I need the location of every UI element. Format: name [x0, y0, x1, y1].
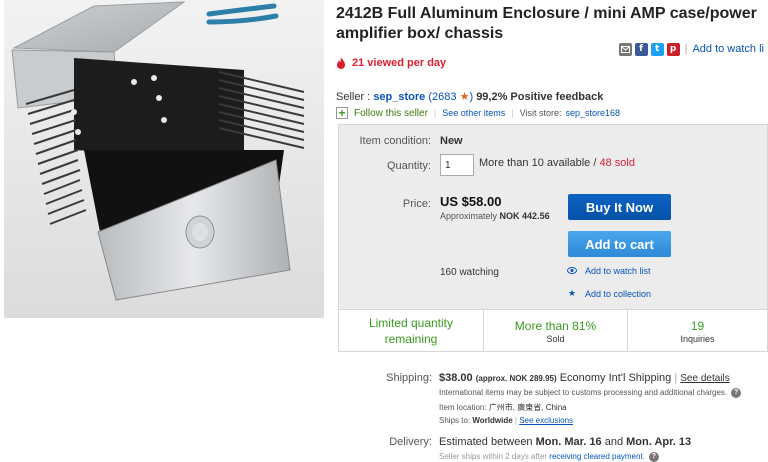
sold-count: 48 sold	[599, 157, 635, 169]
buy-it-now-button[interactable]: Buy It Now	[568, 194, 671, 220]
add-to-watch-list[interactable]: Add to watch list	[567, 266, 651, 276]
viewed-text: 21 viewed per day	[352, 57, 447, 69]
delivery-and: and	[604, 436, 624, 448]
envelope-icon[interactable]	[618, 42, 632, 56]
location-value: 广州市, 廣東省, China	[488, 403, 567, 412]
eye-icon	[567, 266, 577, 276]
pinterest-icon[interactable]: p	[666, 42, 680, 56]
inquiries-count: 19	[690, 318, 705, 333]
sold-percent: More than 81%	[514, 318, 597, 333]
help-icon[interactable]: ?	[648, 452, 659, 462]
condition-label: Item condition:	[359, 135, 431, 147]
divider: |	[511, 108, 514, 118]
seller-prefix: Seller :	[336, 91, 371, 103]
handling-suffix: .	[642, 452, 645, 462]
twitter-icon[interactable]: t	[650, 42, 664, 56]
limited-line1: Limited quantity	[368, 315, 454, 330]
shipping-service: Economy Int'l Shipping	[559, 372, 672, 384]
limited-line2: remaining	[384, 331, 438, 346]
star-icon: ★	[567, 288, 577, 298]
add-to-cart-button[interactable]: Add to cart	[568, 231, 671, 257]
shipping-cost: $38.00 (approx. NOK 289.95) Economy Int'…	[439, 372, 730, 384]
item-location: Item location: 广州市, 廣東省, China	[439, 402, 567, 413]
share-bar: f t p | Add to watch li	[618, 40, 764, 58]
ships-to: Ships to: Worldwide | See exclusions	[439, 416, 574, 425]
watching-count: 160 watching	[440, 267, 499, 278]
add-to-collection-label[interactable]: Add to collection	[585, 289, 651, 299]
available-text: More than 10 available /	[479, 157, 597, 169]
inquiries-stat: 19 Inquiries	[628, 310, 767, 351]
seller-info: Seller : sep_store (2683 ★) 99,2% Positi…	[336, 91, 604, 103]
see-details-link[interactable]: See details	[680, 373, 729, 384]
seller-links: + Follow this seller | See other items |…	[336, 107, 620, 119]
add-to-collection[interactable]: ★ Add to collection	[567, 288, 651, 299]
purchase-panel: Item condition: New Quantity: More than …	[338, 124, 768, 352]
price-label: Price:	[402, 198, 431, 210]
handling-note: Seller ships within 2 days after receivi…	[439, 452, 659, 462]
sold-percent-stat: More than 81% Sold	[484, 310, 628, 351]
location-label: Item location:	[439, 403, 487, 412]
quantity-input[interactable]	[440, 154, 474, 176]
follow-seller-link[interactable]: Follow this seller	[354, 108, 428, 119]
sold-label: Sold	[546, 333, 565, 344]
delivery-estimate: Estimated between Mon. Mar. 16 and Mon. …	[439, 436, 691, 448]
product-image[interactable]	[4, 0, 324, 318]
visit-store-label: Visit store:	[519, 108, 562, 118]
divider: |	[433, 108, 437, 118]
ships-to-label: Ships to:	[439, 416, 471, 425]
store-link[interactable]: sep_store168	[566, 108, 621, 118]
see-exclusions-link[interactable]: See exclusions	[519, 416, 573, 425]
help-icon[interactable]: ?	[731, 388, 742, 398]
flame-icon	[337, 57, 345, 69]
star-icon: ★	[459, 91, 470, 103]
seller-name-link[interactable]: sep_store	[373, 91, 425, 103]
cleared-payment-link[interactable]: receiving cleared payment	[549, 452, 642, 461]
availability: More than 10 available / 48 sold	[479, 157, 635, 169]
add-to-watch-list-label[interactable]: Add to watch list	[585, 266, 651, 276]
customs-note: International items may be subject to cu…	[439, 388, 742, 398]
listing-title: 2412B Full Aluminum Enclosure / mini AMP…	[336, 5, 757, 42]
facebook-icon[interactable]: f	[634, 42, 648, 56]
shipping-price: $38.00	[439, 372, 473, 384]
shipping-label: Shipping:	[386, 372, 432, 384]
delivery-start: Mon. Mar. 16	[535, 436, 602, 448]
share-divider: |	[684, 43, 688, 55]
handling-prefix: Seller ships within 2 days after	[439, 452, 548, 462]
inquiries-label: Inquiries	[680, 333, 715, 344]
price-approx: Approximately NOK 442.56	[440, 211, 550, 221]
price: US $58.00	[440, 194, 502, 209]
shipping-approx: (approx. NOK 289.95)	[475, 374, 557, 383]
delivery-prefix: Estimated between	[439, 436, 533, 448]
limited-quantity-stat: Limited quantity remaining	[339, 310, 484, 351]
viewed-per-day: 21 viewed per day	[336, 57, 446, 69]
ships-to-value: Worldwide	[472, 416, 513, 425]
delivery-label: Delivery:	[389, 436, 432, 448]
seller-feedback: 99,2% Positive feedback	[476, 91, 604, 103]
approx-prefix: Approximately	[440, 211, 498, 221]
seller-score[interactable]: 2683	[432, 91, 456, 103]
see-other-items-link[interactable]: See other items	[442, 108, 505, 118]
condition-value: New	[440, 135, 463, 147]
stats-strip: Limited quantity remaining More than 81%…	[339, 309, 767, 351]
approx-value: NOK 442.56	[499, 211, 550, 221]
plus-icon[interactable]: +	[336, 107, 348, 119]
delivery-end: Mon. Apr. 13	[626, 436, 692, 448]
customs-text: International items may be subject to cu…	[439, 388, 728, 398]
add-to-watch-link[interactable]: Add to watch li	[692, 43, 764, 55]
quantity-label: Quantity:	[386, 160, 431, 172]
